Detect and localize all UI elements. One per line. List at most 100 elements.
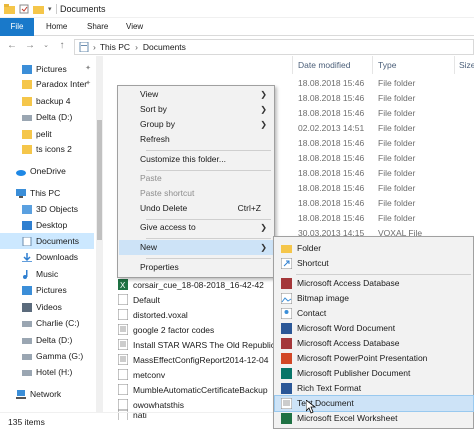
svg-text:X: X bbox=[120, 281, 126, 290]
new-access-db-item-2[interactable]: Microsoft Access Database bbox=[275, 336, 473, 351]
back-icon[interactable]: ← bbox=[6, 40, 18, 52]
sidebar-item-gamma[interactable]: Gamma (G:) bbox=[0, 348, 94, 364]
powerpoint-icon bbox=[281, 353, 292, 364]
drive-icon bbox=[22, 114, 32, 121]
menu-separator bbox=[146, 238, 271, 239]
sidebar-item-downloads[interactable]: Downloads bbox=[0, 249, 94, 265]
column-header-size[interactable]: Size bbox=[459, 60, 474, 70]
sidebar-item-documents[interactable]: Documents bbox=[0, 233, 94, 249]
folder-icon bbox=[22, 96, 32, 106]
sidebar-item-network[interactable]: Network bbox=[0, 386, 94, 402]
download-icon bbox=[22, 252, 32, 262]
3d-objects-icon bbox=[22, 204, 32, 214]
menu-item-sort-by[interactable]: Sort by ❯ bbox=[119, 102, 273, 117]
new-access-db-item[interactable]: Microsoft Access Database bbox=[275, 276, 473, 291]
sidebar-item-delta-quick[interactable]: Delta (D:) bbox=[0, 109, 94, 125]
pictures-icon bbox=[22, 285, 32, 295]
contact-icon bbox=[281, 308, 292, 319]
new-powerpoint-item[interactable]: Microsoft PowerPoint Presentation bbox=[275, 351, 473, 366]
sidebar-item-pelit[interactable]: pelit bbox=[0, 126, 94, 142]
drive-icon bbox=[22, 369, 32, 376]
excel-icon bbox=[281, 413, 292, 424]
tab-share[interactable]: Share bbox=[79, 18, 116, 36]
column-divider[interactable] bbox=[292, 56, 293, 74]
new-word-doc-item[interactable]: Microsoft Word Document bbox=[275, 321, 473, 336]
address-bar[interactable]: › This PC › Documents bbox=[74, 39, 474, 55]
sidebar-item-pictures-pc[interactable]: Pictures bbox=[0, 282, 94, 298]
folder-icon bbox=[22, 79, 32, 89]
new-folder-item[interactable]: Folder bbox=[275, 241, 473, 256]
menu-item-new[interactable]: New ❯ bbox=[119, 240, 273, 255]
text-file-icon bbox=[118, 354, 128, 365]
sidebar-item-delta[interactable]: Delta (D:) bbox=[0, 332, 94, 348]
sidebar-item-onedrive[interactable]: OneDrive bbox=[0, 163, 94, 179]
menu-item-group-by[interactable]: Group by ❯ bbox=[119, 117, 273, 132]
sidebar-item-music[interactable]: Music bbox=[0, 266, 94, 282]
sidebar-scrollbar-thumb[interactable] bbox=[97, 120, 102, 240]
up-icon[interactable]: ↑ bbox=[56, 40, 68, 52]
properties-icon[interactable] bbox=[19, 4, 29, 14]
tab-home[interactable]: Home bbox=[38, 18, 75, 36]
new-shortcut-item[interactable]: Shortcut bbox=[275, 256, 473, 271]
breadcrumb-documents[interactable]: Documents bbox=[143, 42, 186, 52]
bitmap-icon bbox=[281, 293, 292, 304]
sidebar-item-3d-objects[interactable]: 3D Objects bbox=[0, 201, 94, 217]
chevron-right-icon: ❯ bbox=[260, 90, 267, 99]
network-icon bbox=[16, 389, 26, 399]
chevron-right-icon: ❯ bbox=[260, 105, 267, 114]
breadcrumb-this-pc[interactable]: This PC bbox=[100, 42, 130, 52]
tab-view[interactable]: View bbox=[118, 18, 151, 36]
publisher-icon bbox=[281, 368, 292, 379]
menu-item-give-access[interactable]: Give access to ❯ bbox=[119, 220, 273, 235]
file-icon bbox=[118, 369, 128, 380]
pin-icon: ✦ bbox=[85, 80, 91, 87]
new-publisher-item[interactable]: Microsoft Publisher Document bbox=[275, 366, 473, 381]
documents-location-icon bbox=[79, 42, 89, 52]
menu-item-properties[interactable]: Properties bbox=[119, 260, 273, 275]
column-divider[interactable] bbox=[372, 56, 373, 74]
menu-item-paste[interactable]: Paste bbox=[119, 171, 273, 186]
recent-locations-icon[interactable]: ⌄ bbox=[40, 40, 52, 52]
new-text-document-item[interactable]: Text Document bbox=[274, 395, 474, 412]
column-divider[interactable] bbox=[454, 56, 455, 74]
chevron-right-icon: ❯ bbox=[260, 120, 267, 129]
menu-item-undo-delete[interactable]: Undo Delete Ctrl+Z bbox=[119, 201, 273, 216]
sidebar-item-videos[interactable]: Videos bbox=[0, 299, 94, 315]
documents-icon bbox=[22, 236, 32, 246]
item-count: 135 items bbox=[8, 417, 45, 427]
sidebar-item-charlie[interactable]: Charlie (C:) bbox=[0, 315, 94, 331]
new-folder-icon[interactable] bbox=[33, 4, 44, 14]
shortcut-icon bbox=[281, 258, 292, 269]
navigation-bar: ← → ⌄ ↑ › This PC › Documents bbox=[0, 37, 474, 56]
tab-file[interactable]: File bbox=[0, 18, 34, 36]
drive-icon bbox=[22, 337, 32, 344]
column-header-date[interactable]: Date modified bbox=[298, 60, 350, 70]
text-file-icon bbox=[281, 398, 292, 409]
menu-item-refresh[interactable]: Refresh bbox=[119, 132, 273, 147]
folder-icon bbox=[281, 245, 292, 253]
menu-item-customize[interactable]: Customize this folder... bbox=[119, 152, 273, 167]
quick-access-dropdown-icon[interactable]: ▾ bbox=[48, 5, 52, 13]
menu-separator bbox=[146, 150, 271, 151]
column-header-type[interactable]: Type bbox=[378, 60, 396, 70]
sidebar-item-desktop[interactable]: Desktop bbox=[0, 217, 94, 233]
access-icon bbox=[281, 278, 292, 289]
sidebar-item-ts-icons[interactable]: ts icons 2 bbox=[0, 141, 94, 157]
ribbon: File Home Share View bbox=[0, 18, 474, 36]
sidebar-item-hotel[interactable]: Hotel (H:) bbox=[0, 364, 94, 380]
music-icon bbox=[23, 269, 28, 279]
sidebar-item-backup4[interactable]: backup 4 bbox=[0, 93, 94, 109]
new-bitmap-item[interactable]: Bitmap image bbox=[275, 291, 473, 306]
sidebar-item-pictures[interactable]: Pictures ✦ bbox=[0, 61, 94, 77]
folder-icon bbox=[4, 4, 15, 14]
sidebar-item-paradox[interactable]: Paradox Inter ✦ bbox=[0, 76, 94, 92]
menu-item-paste-shortcut[interactable]: Paste shortcut bbox=[119, 186, 273, 201]
sidebar-item-this-pc[interactable]: This PC bbox=[0, 185, 94, 201]
desktop-icon bbox=[22, 220, 32, 230]
new-rtf-item[interactable]: Rich Text Format bbox=[275, 381, 473, 396]
new-contact-item[interactable]: Contact bbox=[275, 306, 473, 321]
menu-item-view[interactable]: View ❯ bbox=[119, 87, 273, 102]
forward-icon[interactable]: → bbox=[24, 40, 36, 52]
pictures-icon bbox=[22, 64, 32, 74]
new-excel-item[interactable]: Microsoft Excel Worksheet bbox=[275, 411, 473, 426]
